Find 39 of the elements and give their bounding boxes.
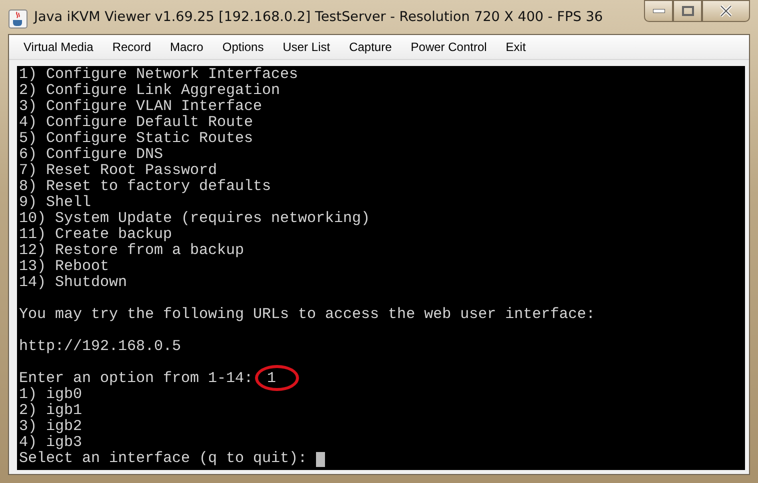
close-icon (719, 5, 733, 17)
minimize-icon (652, 9, 664, 13)
menu-item[interactable]: Virtual Media (14, 38, 103, 56)
minimize-button[interactable] (644, 0, 673, 22)
console-line: 3) igb2 (19, 419, 82, 435)
menu-item[interactable]: User List (273, 38, 340, 56)
console-line: 8) Reset to factory defaults (19, 179, 272, 195)
console-line: 7) Reset Root Password (19, 163, 218, 179)
console-line: 11) Create backup (19, 227, 172, 243)
console-line: 12) Restore from a backup (19, 243, 244, 259)
menu-item[interactable]: Exit (496, 38, 536, 56)
console-line: 4) Configure Default Route (19, 115, 254, 131)
console-line: 2) igb1 (19, 403, 82, 419)
maximize-button[interactable] (673, 0, 702, 22)
console-line: 9) Shell (19, 195, 92, 211)
menu-item[interactable]: Power Control (401, 38, 496, 56)
console-line: Enter an option from 1-14: (19, 371, 254, 387)
console-line: You may try the following URLs to access the web user interface: (19, 307, 596, 323)
java-cup-icon (8, 9, 28, 29)
menu-item[interactable]: Macro (160, 38, 213, 56)
console-line: Select an interface (q to quit): (19, 451, 308, 467)
menu-item[interactable]: Options (212, 38, 274, 56)
window-title: Java iKVM Viewer v1.69.25 [192.168.0.2] TestServer - Resolution 720 X 400 - FPS 36 (34, 9, 604, 25)
console-line: 13) Reboot (19, 259, 110, 275)
console-line: 3) Configure VLAN Interface (19, 99, 262, 115)
console-line: 1) Configure Network Interfaces (19, 67, 298, 83)
console-line: 10) System Update (requires networking) (19, 211, 370, 227)
console-line: 4) igb3 (19, 435, 82, 451)
close-button[interactable] (702, 0, 750, 22)
console-line: http://192.168.0.5 (19, 339, 182, 355)
menu-item[interactable]: Capture (340, 38, 402, 56)
console-line: 2) Configure Link Aggregation (19, 83, 280, 99)
menu-item[interactable]: Record (102, 38, 161, 56)
maximize-icon (682, 6, 694, 16)
console-line: 5) Configure Static Routes (19, 131, 254, 147)
typed-answer-text: 1 (253, 371, 280, 387)
console-line: 14) Shutdown (19, 275, 128, 291)
console-line: 1) igb0 (19, 387, 82, 403)
console-line: 6) Configure DNS (19, 147, 164, 163)
